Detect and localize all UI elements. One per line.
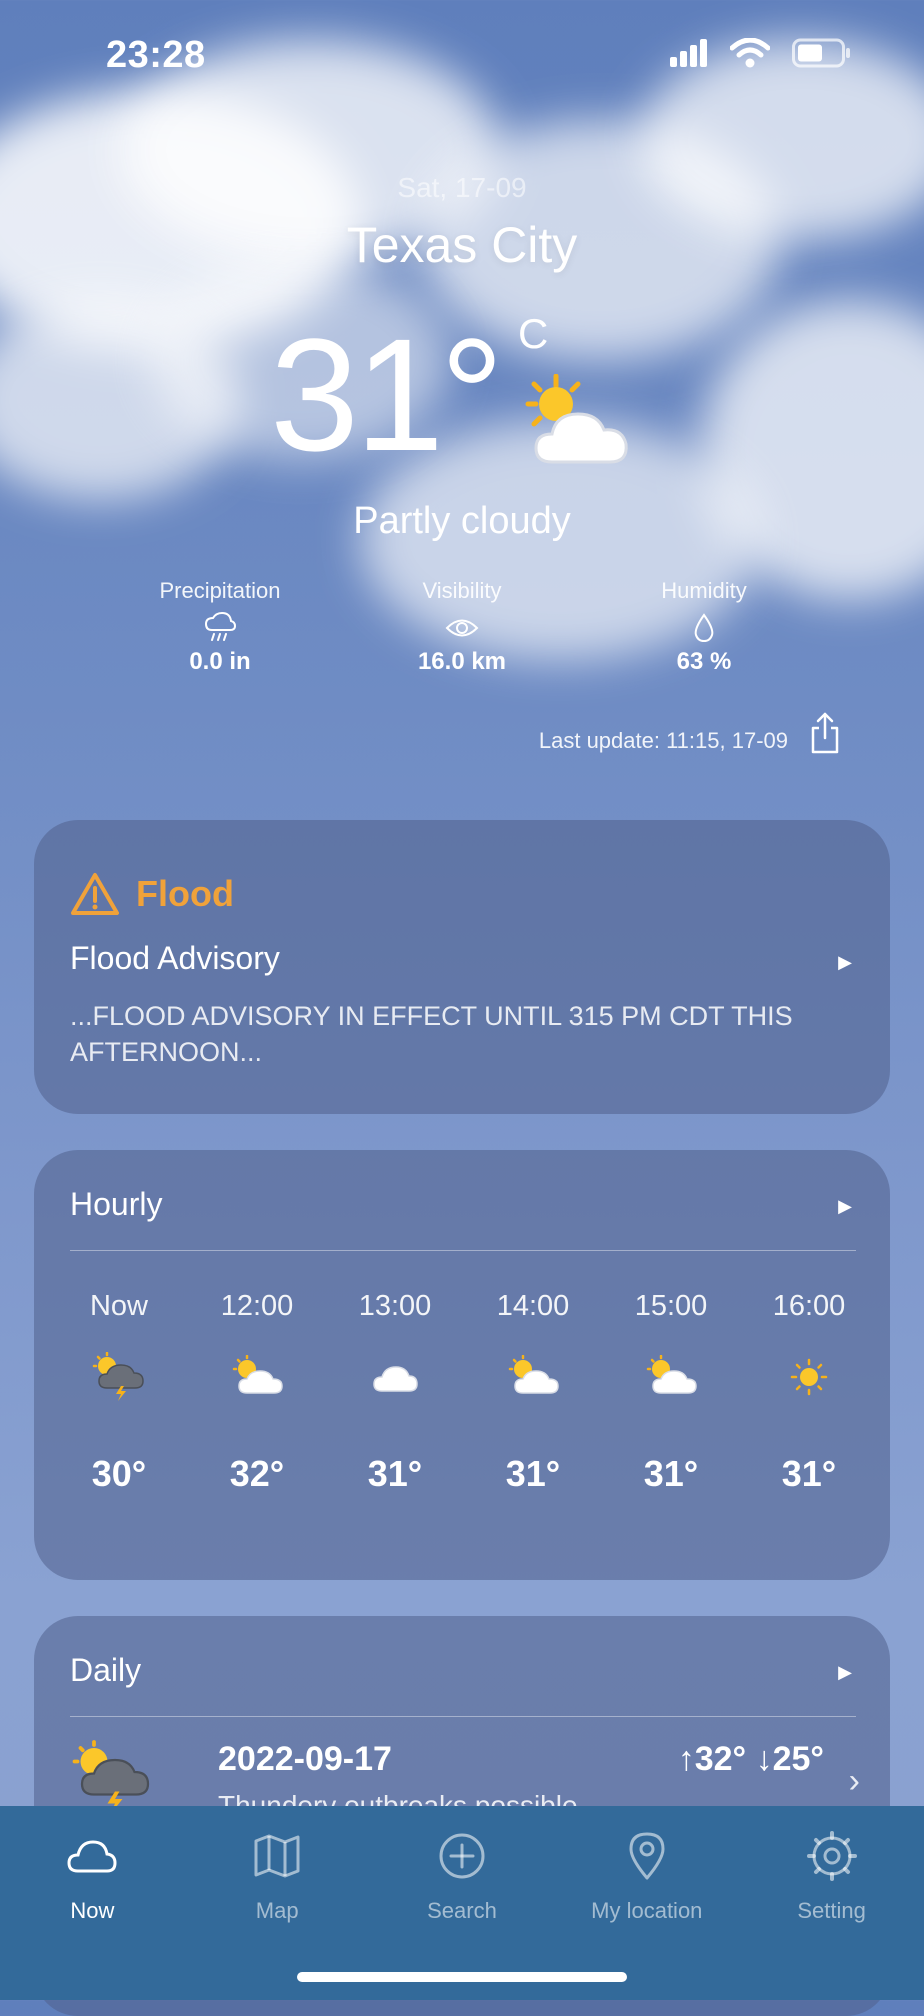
location-header: Sat, 17-09 Texas City <box>0 160 924 274</box>
warning-icon <box>71 873 119 915</box>
hourly-item[interactable]: 12:00 32° <box>192 1290 322 1495</box>
thunderstorm-sun-icon <box>92 1352 144 1401</box>
tab-label: Map <box>255 1898 299 1923</box>
hour-temp: 31° <box>367 1453 423 1494</box>
alert-title: Flood <box>136 873 234 914</box>
city-name: Texas City <box>346 217 578 273</box>
metric-humidity: Humidity 63 % <box>584 578 824 676</box>
partly-cloudy-sun-icon <box>525 374 628 464</box>
sun-icon <box>790 1358 828 1396</box>
tab-my-location[interactable]: My location <box>557 1820 737 1924</box>
metric-visibility: Visibility 16.0 km <box>342 578 582 676</box>
gear-icon <box>806 1831 857 1881</box>
hour-time: 16:00 <box>772 1290 846 1322</box>
daily-date: 2022-09-17 <box>218 1740 392 1778</box>
daily-high: 32° <box>694 1740 747 1778</box>
bottom-tab-bar: Now Map Search My location Setting <box>0 1806 924 2000</box>
chevron-right-icon[interactable]: › <box>849 1762 860 1801</box>
hour-temp: 31° <box>505 1453 561 1494</box>
tab-label: Setting <box>797 1898 866 1923</box>
arrow-down-icon: ↓ <box>755 1740 773 1778</box>
cloud-icon <box>67 1840 117 1873</box>
hourly-item[interactable]: 15:00 31° <box>606 1290 736 1495</box>
tab-search[interactable]: Search <box>372 1820 552 1924</box>
hourly-item[interactable]: 13:00 31° <box>330 1290 460 1495</box>
divider <box>70 1250 856 1251</box>
cloud-icon <box>373 1366 418 1392</box>
home-indicator <box>297 1972 627 1982</box>
metric-value: 63 % <box>676 648 732 675</box>
metric-label: Humidity <box>661 578 747 603</box>
tab-label: Search <box>427 1898 497 1923</box>
daily-expand-icon[interactable]: ▶ <box>838 1662 852 1683</box>
alert-header: Flood <box>70 872 234 916</box>
current-temperature-block: 31° C <box>270 310 670 480</box>
tab-setting[interactable]: Setting <box>742 1820 922 1924</box>
current-metrics: Precipitation 0.0 in Visibility 16.0 km … <box>100 578 824 676</box>
location-pin-icon <box>629 1832 665 1880</box>
status-icons <box>670 38 852 68</box>
map-icon <box>254 1834 300 1878</box>
eye-icon <box>445 619 479 637</box>
last-update: Last update: 11:15, 17-09 <box>538 728 788 753</box>
hourly-title: Hourly <box>70 1186 163 1222</box>
hour-time: 15:00 <box>634 1290 708 1322</box>
alert-expand-icon[interactable]: ▶ <box>838 952 852 973</box>
hour-temp: 31° <box>781 1453 837 1494</box>
alert-subtitle: Flood Advisory <box>70 940 280 976</box>
metric-value: 16.0 km <box>417 648 507 675</box>
hour-temp: 32° <box>229 1453 285 1494</box>
hourly-list: Now 30° 12:00 32° 13:00 31° 14:00 31° 15… <box>54 1290 874 1495</box>
tab-label: Now <box>70 1898 115 1923</box>
divider <box>70 1716 856 1717</box>
metric-precipitation: Precipitation 0.0 in <box>100 578 340 676</box>
hourly-expand-icon[interactable]: ▶ <box>838 1196 852 1217</box>
droplet-icon <box>694 613 714 643</box>
hour-time: 12:00 <box>220 1290 294 1322</box>
hourly-item[interactable]: Now 30° <box>54 1290 184 1495</box>
tab-map[interactable]: Map <box>187 1820 367 1924</box>
tab-now[interactable]: Now <box>2 1820 182 1924</box>
hour-temp: 31° <box>643 1453 699 1494</box>
status-time: 23:28 <box>106 34 206 76</box>
thunderstorm-sun-icon <box>72 1740 150 1814</box>
partly-cloudy-sun-icon <box>508 1355 559 1394</box>
current-date: Sat, 17-09 <box>397 172 527 203</box>
rain-icon <box>204 612 236 641</box>
hour-temp: 30° <box>91 1453 147 1494</box>
daily-low: 25° <box>772 1740 824 1778</box>
hourly-item[interactable]: 16:00 31° <box>744 1290 874 1495</box>
arrow-up-icon: ↑ <box>677 1740 695 1778</box>
wifi-icon <box>730 38 770 68</box>
alert-text: ...FLOOD ADVISORY IN EFFECT UNTIL 315 PM… <box>70 1001 793 1067</box>
tab-label: My location <box>591 1898 703 1923</box>
daily-high-low: ↑32° ↓25° <box>678 1740 824 1779</box>
hourly-forecast-card: Hourly ▶ Now 30° 12:00 32° 13:00 31° 14:… <box>34 1150 890 1580</box>
metric-value: 0.0 in <box>189 648 251 675</box>
cellular-signal-icon <box>670 39 707 67</box>
battery-icon <box>792 38 850 68</box>
daily-title: Daily <box>70 1652 142 1688</box>
temperature-unit: C <box>518 310 549 357</box>
current-temperature: 31° <box>270 305 504 484</box>
metric-label: Precipitation <box>159 578 281 603</box>
hour-time: Now <box>89 1290 148 1322</box>
status-bar: 23:28 <box>0 0 924 110</box>
partly-cloudy-sun-icon <box>646 1355 697 1394</box>
weather-alert-card[interactable]: Flood Flood Advisory ▶ ...FLOOD ADVISORY… <box>34 820 890 1114</box>
share-icon[interactable] <box>810 712 840 754</box>
metric-label: Visibility <box>422 578 502 603</box>
plus-circle-icon <box>439 1833 485 1879</box>
hour-time: 13:00 <box>358 1290 432 1322</box>
partly-cloudy-sun-icon <box>232 1355 283 1394</box>
hourly-item[interactable]: 14:00 31° <box>468 1290 598 1495</box>
current-condition: Partly cloudy <box>353 500 571 542</box>
hour-time: 14:00 <box>496 1290 570 1322</box>
